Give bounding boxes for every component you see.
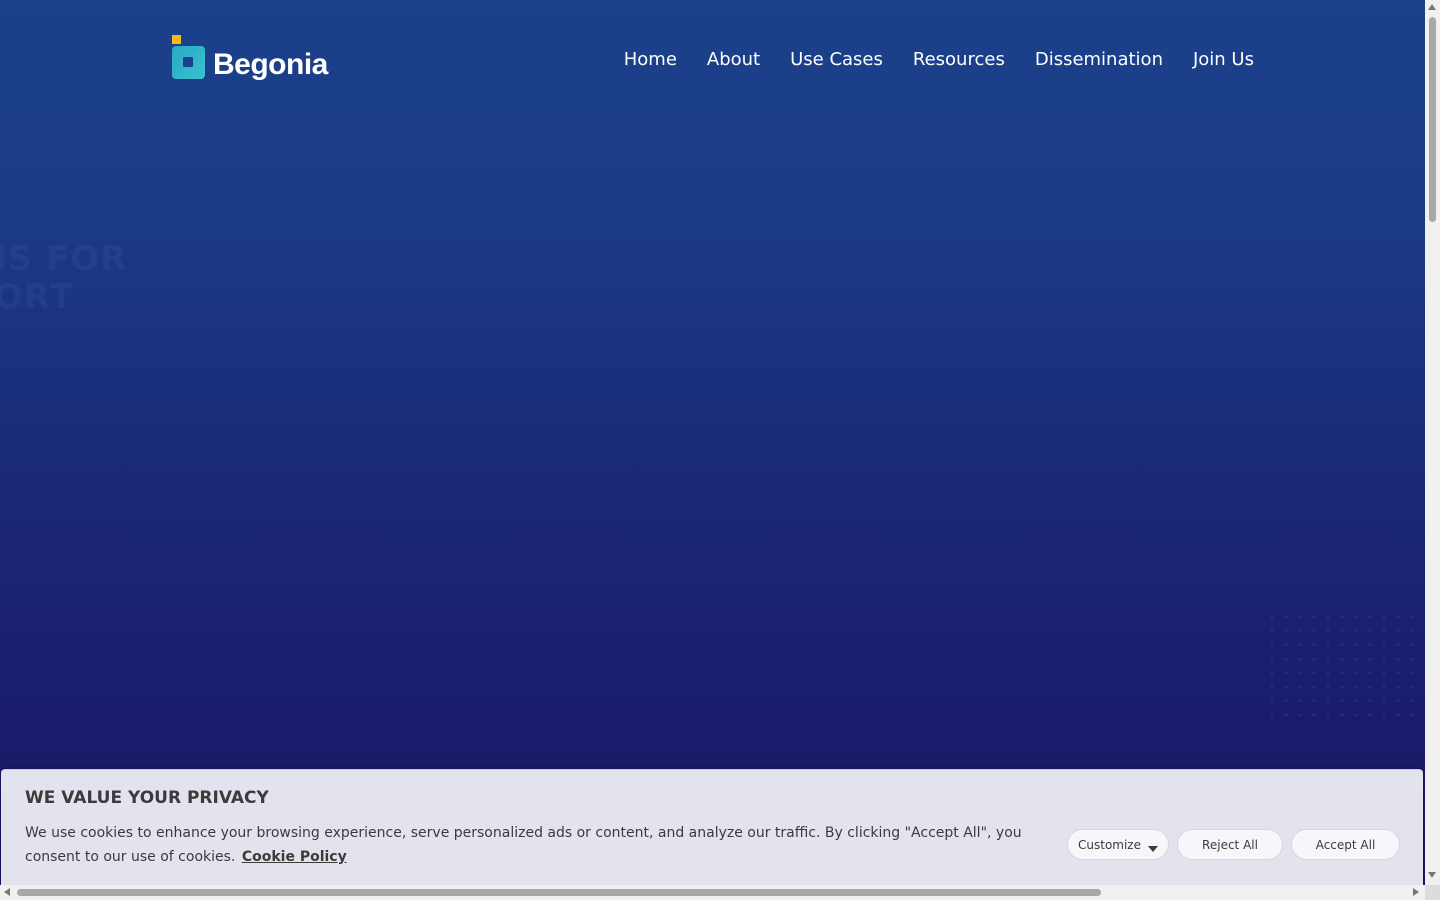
scroll-up-arrow-icon[interactable] (1428, 4, 1436, 10)
vertical-scroll-thumb[interactable] (1429, 17, 1436, 222)
page-viewport: IS FOR ORT Begonia Home About Use Cases … (0, 0, 1425, 885)
scroll-right-arrow-icon[interactable] (1413, 888, 1419, 896)
nav-home[interactable]: Home (624, 46, 677, 74)
nav-join-us[interactable]: Join Us (1193, 46, 1254, 74)
cookie-banner-title: WE VALUE YOUR PRIVACY (25, 788, 269, 808)
scroll-left-arrow-icon[interactable] (4, 888, 10, 896)
cookie-banner-message: We use cookies to enhance your browsing … (25, 825, 1022, 865)
chevron-down-icon (1148, 845, 1158, 852)
vertical-scrollbar[interactable] (1425, 0, 1440, 885)
nav-resources[interactable]: Resources (913, 46, 1005, 74)
nav-dissemination[interactable]: Dissemination (1035, 46, 1163, 74)
accept-all-button[interactable]: Accept All (1291, 829, 1400, 860)
begonia-logo[interactable]: Begonia (172, 35, 332, 87)
nav-use-cases[interactable]: Use Cases (790, 46, 883, 74)
logo-mark-icon (172, 46, 205, 79)
cookie-banner-text: We use cookies to enhance your browsing … (25, 821, 1055, 869)
hero-background-text: IS FOR ORT (0, 239, 128, 317)
logo-text: Begonia (213, 48, 328, 81)
main-nav: Home About Use Cases Resources Dissemina… (624, 46, 1254, 74)
logo-square-icon (172, 35, 181, 44)
customize-button-label: Customize (1078, 837, 1141, 852)
scrollbar-corner (1425, 885, 1440, 900)
cookie-consent-banner: WE VALUE YOUR PRIVACY We use cookies to … (1, 769, 1423, 885)
reject-all-button[interactable]: Reject All (1177, 829, 1283, 860)
horizontal-scroll-thumb[interactable] (17, 889, 1101, 896)
horizontal-scrollbar[interactable] (0, 885, 1425, 900)
cookie-policy-link[interactable]: Cookie Policy (242, 849, 347, 865)
customize-button[interactable]: Customize (1067, 829, 1169, 860)
scroll-down-arrow-icon[interactable] (1428, 872, 1436, 878)
decorative-dot-pattern (1265, 610, 1415, 720)
nav-about[interactable]: About (707, 46, 760, 74)
